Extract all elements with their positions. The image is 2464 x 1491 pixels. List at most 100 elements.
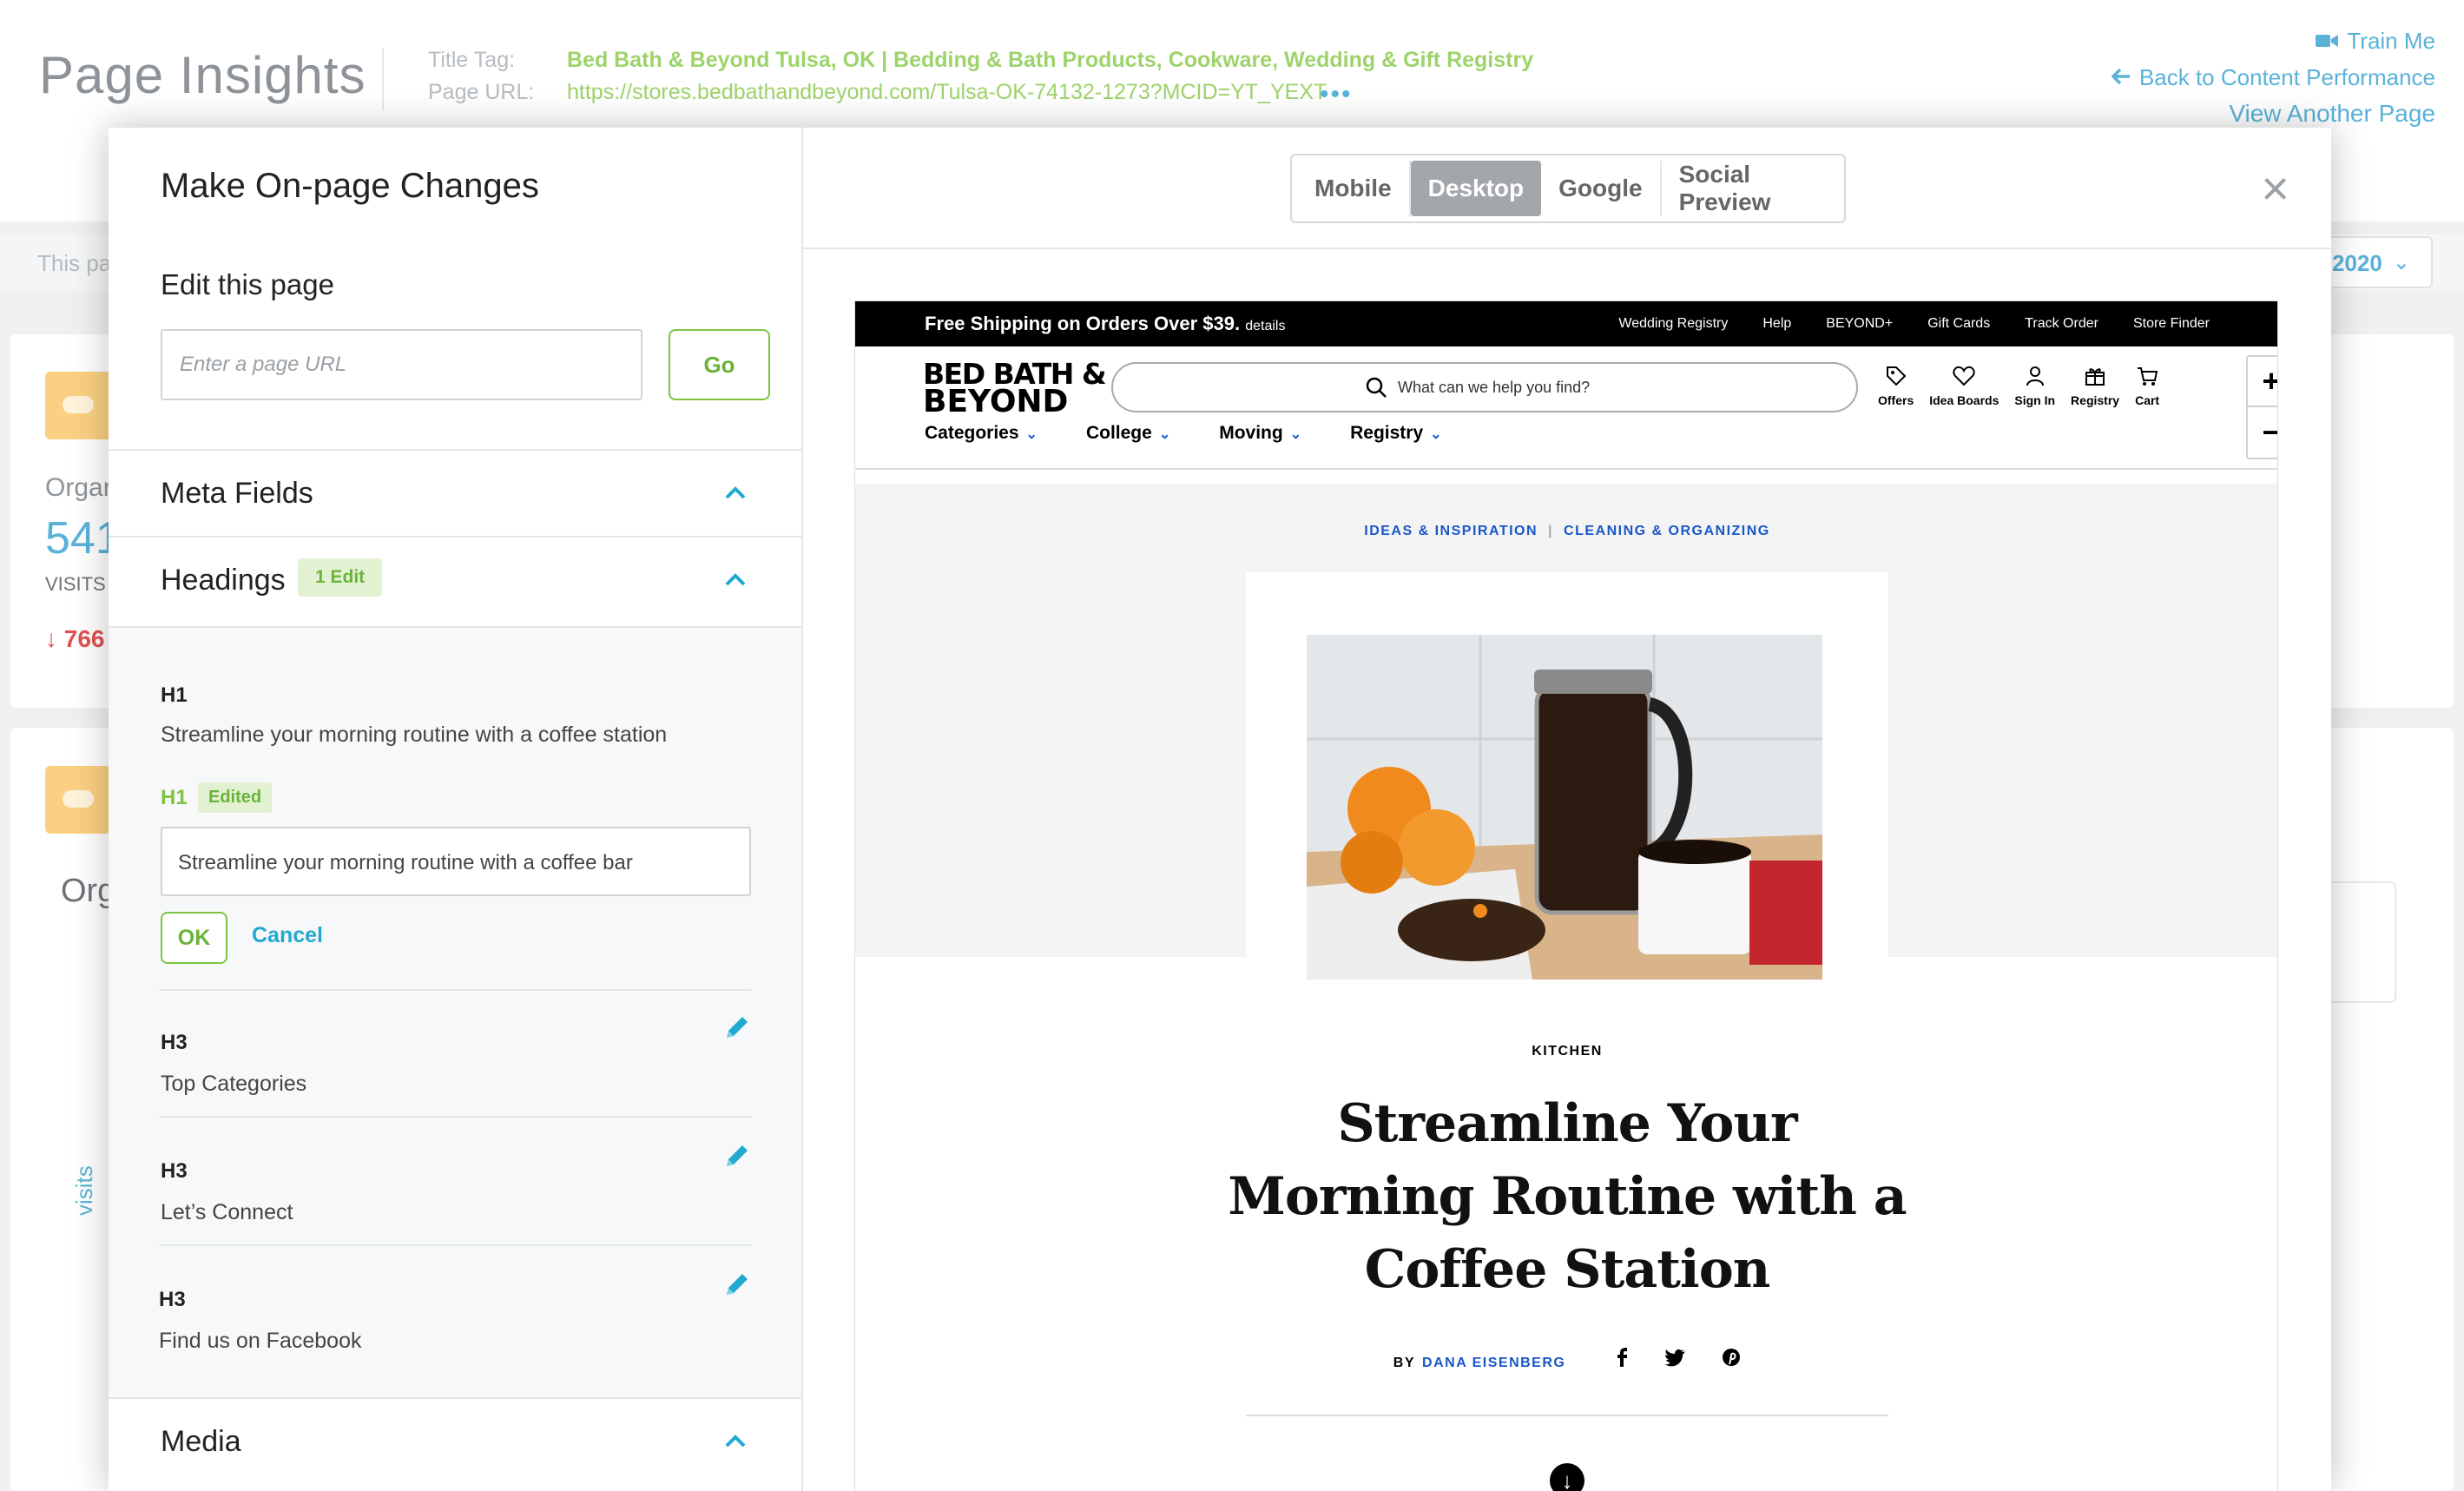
back-link-label: Back to Content Performance bbox=[2138, 64, 2435, 90]
chevron-up-icon[interactable] bbox=[718, 1425, 753, 1460]
article-breadcrumb: IDEAS & INSPIRATION | CLEANING & ORGANIZIN… bbox=[855, 524, 2277, 539]
train-me-link[interactable]: Train Me bbox=[2316, 28, 2435, 55]
twitter-icon[interactable] bbox=[1664, 1349, 1686, 1372]
heading-tag: H3 bbox=[161, 1031, 188, 1054]
view-another-page-link[interactable]: View Another Page bbox=[2229, 100, 2435, 128]
user-icon bbox=[2026, 366, 2044, 386]
chart-axis-label: visits bbox=[71, 1165, 97, 1216]
article-hero-image bbox=[1307, 635, 1822, 980]
on-page-changes-modal: Make On-page Changes Edit this page Go M… bbox=[109, 128, 2331, 1491]
main-nav: Categories ⌄ College ⌄ Moving ⌄ Registry ⌄ bbox=[925, 423, 1442, 444]
utility-nav: Wedding Registry Help BEYOND+ Gift Cards… bbox=[1618, 316, 2210, 332]
article-byline: BY DANA EISENBERG bbox=[855, 1348, 2277, 1372]
article-category[interactable]: KITCHEN bbox=[855, 1044, 2277, 1059]
panel-title: Make On-page Changes bbox=[161, 167, 539, 205]
heading-tag: H3 bbox=[161, 1159, 188, 1183]
util-link[interactable]: Help bbox=[1762, 316, 1791, 332]
article-title: Streamline Your Morning Routine with a C… bbox=[1228, 1093, 1907, 1300]
edit-page-label: Edit this page bbox=[161, 268, 334, 300]
divider bbox=[159, 1116, 751, 1118]
crumb-link[interactable]: CLEANING & ORGANIZING bbox=[1564, 524, 1770, 538]
go-button[interactable]: Go bbox=[669, 329, 770, 400]
promo-bar: Free Shipping on Orders Over $39. detail… bbox=[855, 301, 2277, 346]
idea-boards-button[interactable]: Idea Boards bbox=[1929, 364, 1999, 407]
chevron-down-icon: ⌄ bbox=[2392, 251, 2410, 274]
sign-in-button[interactable]: Sign In bbox=[2014, 364, 2055, 407]
filter-strip-text: This pa bbox=[37, 250, 112, 276]
pencil-icon[interactable] bbox=[721, 1140, 753, 1171]
nav-college[interactable]: College ⌄ bbox=[1086, 423, 1170, 444]
nav-label: Categories bbox=[925, 423, 1019, 443]
crumb-link[interactable]: IDEAS & INSPIRATION bbox=[1364, 524, 1538, 538]
ok-button[interactable]: OK bbox=[161, 912, 227, 964]
page-url-value[interactable]: https://stores.bedbathandbeyond.com/Tuls… bbox=[567, 80, 1327, 105]
registry-button[interactable]: Registry bbox=[2071, 364, 2119, 407]
util-link[interactable]: Track Order bbox=[2025, 316, 2098, 332]
util-link[interactable]: Wedding Registry bbox=[1618, 316, 1728, 332]
author-link[interactable]: DANA EISENBERG bbox=[1422, 1356, 1565, 1370]
tab-mobile[interactable]: Mobile bbox=[1297, 161, 1411, 216]
registry-label: Registry bbox=[2071, 393, 2120, 407]
organic-icon bbox=[45, 372, 113, 439]
article-divider bbox=[1246, 1415, 1888, 1416]
page-title: Page Insights bbox=[39, 46, 366, 104]
offers-button[interactable]: Offers bbox=[1878, 364, 1914, 407]
heart-icon bbox=[1953, 366, 1975, 386]
util-link[interactable]: BEYOND+ bbox=[1826, 316, 1893, 332]
util-link[interactable]: Gift Cards bbox=[1927, 316, 1990, 332]
pencil-icon[interactable] bbox=[721, 1269, 753, 1300]
pencil-icon[interactable] bbox=[721, 1012, 753, 1043]
zoom-in-button[interactable]: + bbox=[2248, 357, 2277, 407]
site-search-input[interactable]: What can we help you find? bbox=[1111, 362, 1858, 412]
header-divider bbox=[382, 48, 384, 110]
train-me-label: Train Me bbox=[2347, 28, 2435, 54]
meta-fields-title: Meta Fields bbox=[161, 477, 313, 510]
preview-toolbar: Mobile Desktop Google Social Preview × bbox=[803, 128, 2331, 249]
close-icon[interactable]: × bbox=[2261, 164, 2289, 213]
nav-categories[interactable]: Categories ⌄ bbox=[925, 423, 1038, 444]
tab-social-preview[interactable]: Social Preview bbox=[1662, 161, 1839, 216]
chart-card-label: Org bbox=[61, 873, 116, 909]
headings-section[interactable]: Headings 1 Edit bbox=[109, 536, 801, 623]
chevron-down-icon: ⌄ bbox=[1025, 427, 1038, 442]
back-to-content-performance-link[interactable]: Back to Content Performance bbox=[2111, 64, 2435, 91]
desktop-preview: Free Shipping on Orders Over $39. detail… bbox=[854, 300, 2278, 1491]
bbb-logo[interactable]: BED BATH & BEYOND bbox=[923, 360, 1107, 419]
header-icons: Offers Idea Boards Sign In Registry Cart bbox=[1878, 364, 2159, 407]
chevron-up-icon[interactable] bbox=[718, 564, 753, 598]
shipping-details-link[interactable]: details bbox=[1245, 319, 1285, 333]
zoom-out-button[interactable]: − bbox=[2248, 407, 2277, 458]
chevron-up-icon[interactable] bbox=[718, 477, 753, 511]
more-icon[interactable]: ••• bbox=[1320, 80, 1353, 109]
date-range-value: 2020 bbox=[2332, 250, 2382, 276]
pinterest-icon[interactable] bbox=[1722, 1348, 1741, 1372]
meta-fields-section[interactable]: Meta Fields bbox=[109, 449, 801, 536]
view-mode-switcher: Mobile Desktop Google Social Preview bbox=[1290, 154, 1846, 223]
offers-label: Offers bbox=[1878, 393, 1914, 407]
arrow-down-icon[interactable]: ↓ bbox=[1550, 1463, 1584, 1491]
search-icon bbox=[1366, 377, 1387, 398]
heading-tag: H1 bbox=[161, 683, 188, 707]
tab-desktop[interactable]: Desktop bbox=[1410, 161, 1542, 216]
organic-chart-icon bbox=[45, 766, 113, 834]
cart-icon bbox=[2138, 367, 2158, 386]
util-link[interactable]: Store Finder bbox=[2133, 316, 2210, 332]
shipping-promo: Free Shipping on Orders Over $39. detail… bbox=[925, 313, 1285, 335]
headings-title: Headings bbox=[161, 564, 286, 597]
chevron-down-icon: ⌄ bbox=[1158, 427, 1171, 442]
nav-moving[interactable]: Moving ⌄ bbox=[1219, 423, 1301, 444]
cart-button[interactable]: Cart bbox=[2135, 364, 2159, 407]
logo-line-2: BEYOND bbox=[923, 384, 1069, 419]
facebook-icon[interactable] bbox=[1616, 1348, 1628, 1372]
heading-text: Top Categories bbox=[161, 1072, 307, 1096]
chevron-down-icon: ⌄ bbox=[1430, 427, 1442, 442]
nav-registry[interactable]: Registry ⌄ bbox=[1350, 423, 1441, 444]
media-section[interactable]: Media bbox=[109, 1397, 801, 1484]
cancel-button[interactable]: Cancel bbox=[252, 923, 323, 948]
tab-google[interactable]: Google bbox=[1541, 161, 1662, 216]
zoom-controls: + − bbox=[2246, 355, 2277, 459]
heading-edit-field[interactable]: Streamline your morning routine with a c… bbox=[161, 827, 751, 896]
heading-text: Let’s Connect bbox=[161, 1200, 293, 1224]
video-camera-icon bbox=[2316, 28, 2339, 55]
page-url-input[interactable] bbox=[161, 329, 642, 400]
